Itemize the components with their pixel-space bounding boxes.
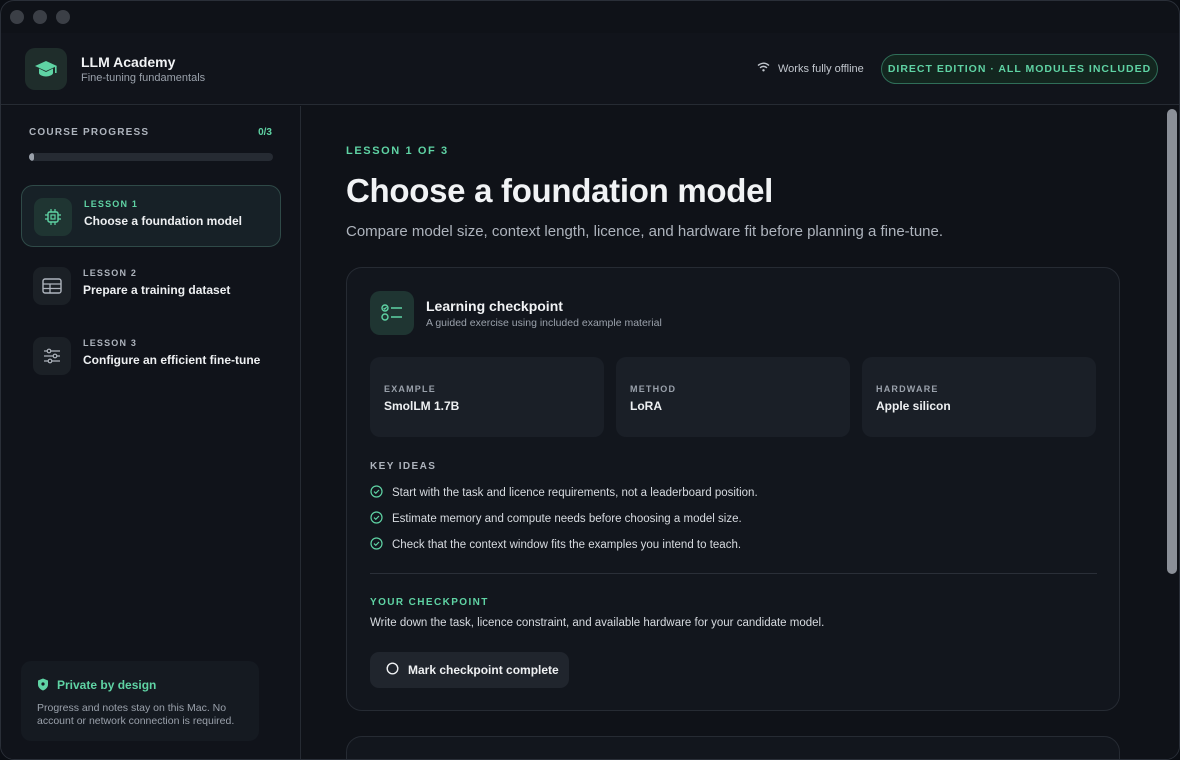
scrollbar-thumb[interactable] bbox=[1167, 109, 1177, 574]
meta-method: METHOD LoRA bbox=[616, 357, 850, 437]
wifi-icon bbox=[757, 62, 770, 75]
app-title: LLM Academy bbox=[81, 54, 176, 70]
minimize-window-button[interactable] bbox=[33, 10, 47, 24]
meta-label: HARDWARE bbox=[876, 384, 939, 394]
sidebar-item-lesson-3[interactable]: LESSON 3 Configure an efficient fine-tun… bbox=[21, 325, 281, 387]
lesson-title: Prepare a training dataset bbox=[83, 283, 231, 297]
learning-checkpoint-card: Learning checkpoint A guided exercise us… bbox=[346, 267, 1120, 711]
privacy-note: Private by design Progress and notes sta… bbox=[21, 661, 259, 741]
app-header: LLM Academy Fine-tuning fundamentals Wor… bbox=[1, 33, 1179, 105]
window-controls bbox=[10, 10, 70, 24]
lesson-number: LESSON 1 bbox=[84, 199, 139, 209]
your-checkpoint-text: Write down the task, licence constraint,… bbox=[370, 617, 825, 629]
sidebar-item-lesson-2[interactable]: LESSON 2 Prepare a training dataset bbox=[21, 255, 281, 317]
key-idea-item: Start with the task and licence requirem… bbox=[370, 485, 758, 501]
checklist-icon bbox=[370, 291, 414, 335]
meta-value: Apple silicon bbox=[876, 399, 951, 413]
page-description: Compare model size, context length, lice… bbox=[346, 223, 944, 240]
table-icon bbox=[33, 267, 71, 305]
divider bbox=[370, 573, 1097, 574]
check-circle-icon bbox=[370, 537, 383, 553]
key-idea-text: Check that the context window fits the e… bbox=[392, 539, 742, 551]
course-progress-bar bbox=[29, 153, 273, 161]
sidebar: COURSE PROGRESS 0/3 LESSON 1 Choose a fo… bbox=[1, 106, 301, 759]
checkpoint-subtitle: A guided exercise using included example… bbox=[426, 317, 662, 329]
meta-label: EXAMPLE bbox=[384, 384, 436, 394]
course-progress-label: COURSE PROGRESS bbox=[29, 127, 150, 138]
key-idea-text: Estimate memory and compute needs before… bbox=[392, 513, 742, 525]
close-window-button[interactable] bbox=[10, 10, 24, 24]
meta-value: LoRA bbox=[630, 399, 662, 413]
your-checkpoint-label: YOUR CHECKPOINT bbox=[370, 597, 489, 608]
meta-label: METHOD bbox=[630, 384, 677, 394]
offline-status: Works fully offline bbox=[757, 62, 864, 75]
edition-badge: DIRECT EDITION · ALL MODULES INCLUDED bbox=[881, 54, 1158, 84]
main-scrollbar[interactable] bbox=[1164, 106, 1179, 759]
key-idea-item: Check that the context window fits the e… bbox=[370, 537, 741, 553]
next-section-card bbox=[346, 736, 1120, 759]
key-idea-item: Estimate memory and compute needs before… bbox=[370, 511, 742, 527]
graduation-cap-icon bbox=[25, 48, 67, 90]
key-ideas-label: KEY IDEAS bbox=[370, 461, 437, 472]
chip-icon bbox=[34, 198, 72, 236]
meta-example: EXAMPLE SmolLM 1.7B bbox=[370, 357, 604, 437]
zoom-window-button[interactable] bbox=[56, 10, 70, 24]
button-label: Mark checkpoint complete bbox=[408, 663, 559, 677]
circle-icon bbox=[386, 662, 399, 678]
privacy-body: Progress and notes stay on this Mac. No … bbox=[37, 702, 235, 727]
meta-hardware: HARDWARE Apple silicon bbox=[862, 357, 1096, 437]
shield-icon bbox=[37, 678, 49, 696]
lesson-title: Choose a foundation model bbox=[84, 214, 242, 228]
app-window: LLM Academy Fine-tuning fundamentals Wor… bbox=[0, 0, 1180, 760]
sliders-icon bbox=[33, 337, 71, 375]
lesson-eyebrow: LESSON 1 OF 3 bbox=[346, 145, 449, 157]
meta-value: SmolLM 1.7B bbox=[384, 399, 460, 413]
lesson-number: LESSON 3 bbox=[83, 338, 138, 348]
offline-text: Works fully offline bbox=[778, 62, 864, 75]
check-circle-icon bbox=[370, 485, 383, 501]
mark-checkpoint-complete-button[interactable]: Mark checkpoint complete bbox=[370, 652, 569, 688]
lesson-content: LESSON 1 OF 3 Choose a foundation model … bbox=[302, 106, 1164, 759]
app-subtitle: Fine-tuning fundamentals bbox=[81, 72, 206, 84]
privacy-title: Private by design bbox=[57, 678, 157, 692]
sidebar-item-lesson-1[interactable]: LESSON 1 Choose a foundation model bbox=[21, 185, 281, 247]
lesson-number: LESSON 2 bbox=[83, 268, 138, 278]
course-progress-fill bbox=[29, 153, 34, 161]
lesson-title: Configure an efficient fine-tune bbox=[83, 353, 261, 367]
course-progress-count: 0/3 bbox=[258, 127, 272, 138]
check-circle-icon bbox=[370, 511, 383, 527]
key-idea-text: Start with the task and licence requirem… bbox=[392, 487, 758, 499]
checkpoint-title: Learning checkpoint bbox=[426, 298, 563, 314]
page-title: Choose a foundation model bbox=[346, 172, 773, 209]
